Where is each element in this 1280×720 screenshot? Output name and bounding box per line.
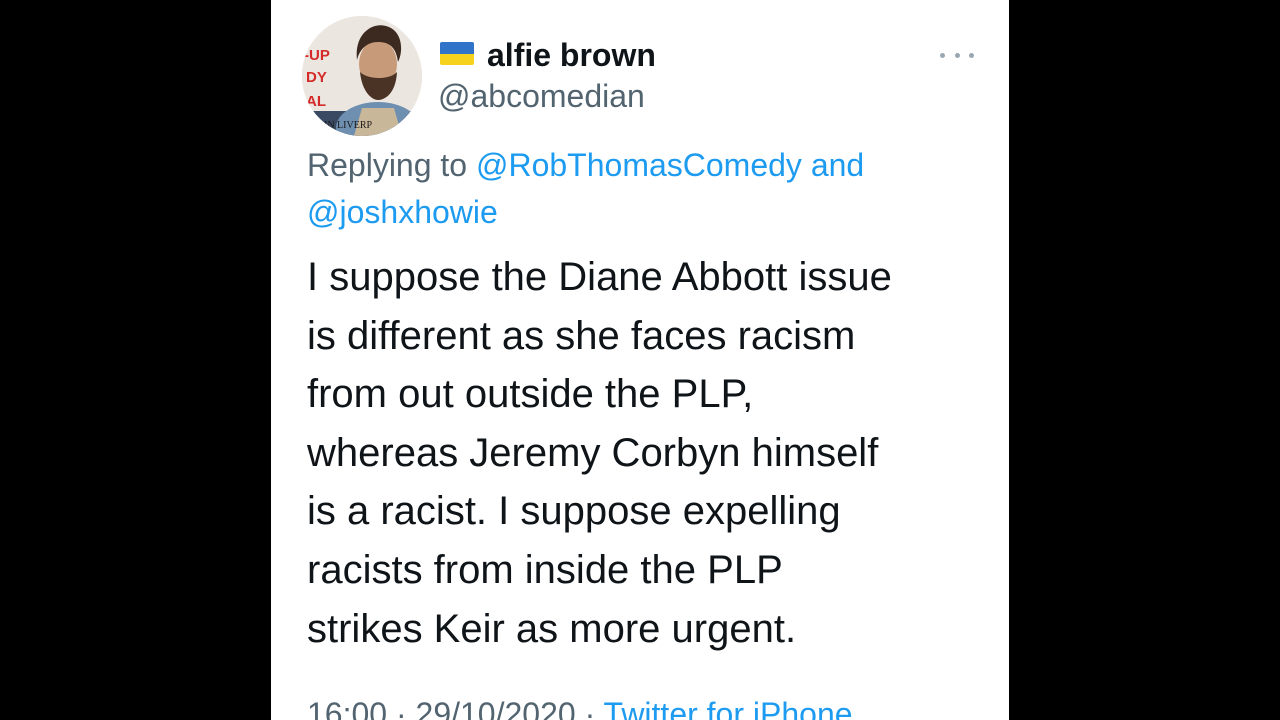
more-dot-icon — [940, 52, 945, 58]
tweet-text-line: strikes Keir as more urgent. — [307, 606, 797, 651]
meta-separator: · — [575, 696, 604, 720]
reply-joiner: and — [801, 147, 865, 183]
tweet-text-line: is different as she faces racism — [307, 313, 856, 358]
tweet-date[interactable]: 29/10/2020 — [416, 696, 576, 720]
meta-separator: · — [387, 696, 416, 720]
tweet-source-link[interactable]: Twitter for iPhone — [604, 696, 853, 720]
more-dot-icon — [969, 52, 974, 58]
ukraine-flag-icon — [440, 42, 474, 65]
tweet-metadata: 16:00 · 29/10/2020 · Twitter for iPhone — [307, 692, 853, 720]
avatar-image: -UP DY AL IN LIVERP — [302, 16, 422, 136]
tweet-text-line: is a racist. I suppose expelling — [307, 489, 841, 534]
replying-to-label: Replying to — [307, 147, 476, 183]
tweet-text-line: whereas Jeremy Corbyn himself — [307, 430, 879, 475]
mention-link-robthomascomedy[interactable]: @RobThomasComedy — [476, 147, 802, 183]
reply-context: Replying to @RobThomasComedy and @joshxho… — [307, 142, 987, 236]
mention-link-joshxhowie[interactable]: @joshxhowie — [307, 194, 498, 230]
tweet-time[interactable]: 16:00 — [307, 696, 387, 720]
more-options-icon[interactable] — [940, 44, 974, 66]
avatar-poster-text-2: DY — [306, 69, 327, 86]
tweet-text: I suppose the Diane Abbott issue is diff… — [307, 248, 997, 658]
avatar[interactable]: -UP DY AL IN LIVERP — [302, 16, 422, 136]
tweet-text-line: from out outside the PLP, — [307, 372, 754, 417]
tweet-text-line: racists from inside the PLP — [307, 547, 783, 592]
display-name[interactable]: alfie brown — [487, 34, 656, 76]
more-dot-icon — [954, 52, 960, 58]
avatar-poster-text-1: -UP — [304, 47, 330, 64]
tweet-text-line: I suppose the Diane Abbott issue — [307, 255, 892, 299]
user-handle[interactable]: @abcomedian — [438, 76, 645, 116]
